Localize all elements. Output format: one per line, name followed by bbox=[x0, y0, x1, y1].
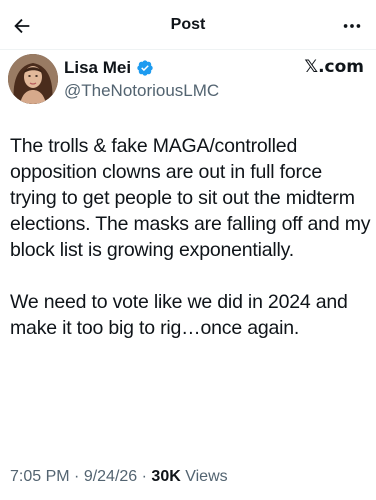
post-screen: Post Lisa Mei @TheNotoriousLMC 𝕏.com The… bbox=[0, 0, 376, 500]
post-paragraph: We need to vote like we did in 2024 and … bbox=[10, 291, 348, 339]
more-horizontal-icon bbox=[343, 24, 361, 28]
verified-badge-icon[interactable] bbox=[136, 59, 154, 77]
meta-separator: · bbox=[137, 468, 152, 485]
avatar[interactable] bbox=[8, 54, 58, 104]
meta-separator: · bbox=[69, 468, 84, 485]
post-paragraph: The trolls & fake MAGA/controlled opposi… bbox=[10, 135, 371, 261]
post-time[interactable]: 7:05 PM bbox=[10, 468, 70, 485]
more-options-button[interactable] bbox=[338, 12, 366, 40]
source-label: 𝕏.com bbox=[304, 57, 364, 77]
avatar-image bbox=[8, 54, 58, 104]
page-title: Post bbox=[170, 16, 206, 33]
post-text: The trolls & fake MAGA/controlled opposi… bbox=[10, 133, 372, 341]
author-display-name[interactable]: Lisa Mei bbox=[64, 57, 131, 79]
author-name-row: Lisa Mei bbox=[64, 56, 154, 80]
views-count[interactable]: 30K bbox=[151, 468, 180, 485]
post-date[interactable]: 9/24/26 bbox=[84, 468, 137, 485]
author-handle[interactable]: @TheNotoriousLMC bbox=[64, 80, 219, 102]
post-metadata: 7:05 PM · 9/24/26 · 30K Views bbox=[10, 466, 228, 488]
top-navigation-bar: Post bbox=[0, 0, 376, 50]
views-label: Views bbox=[180, 468, 228, 485]
